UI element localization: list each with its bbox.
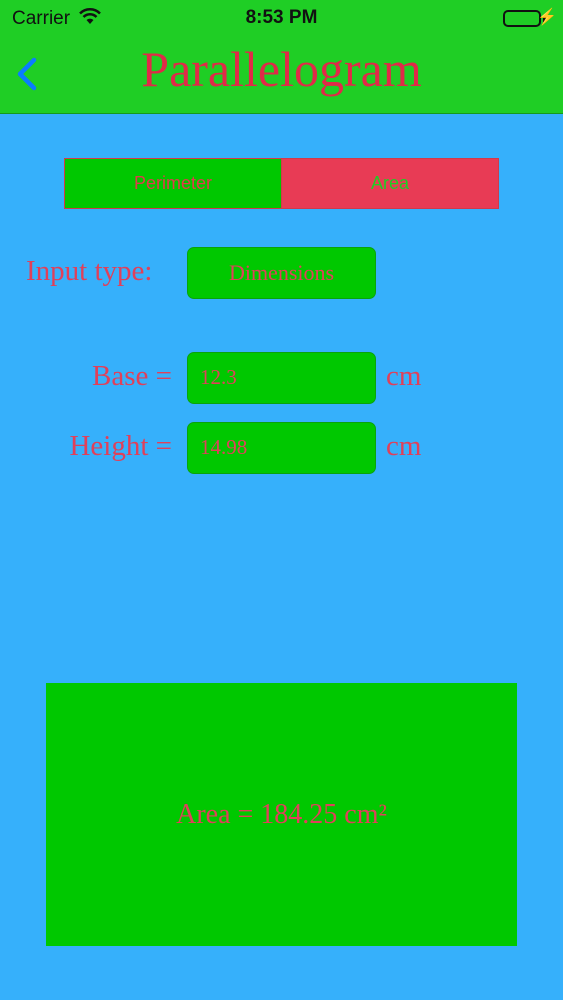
result-text: Area = 184.25 cm² [176, 798, 387, 830]
status-bar: Carrier 8:53 PM ⚡ [0, 0, 563, 38]
segment-area[interactable]: Area [282, 159, 498, 208]
segment-perimeter[interactable]: Perimeter [65, 159, 282, 208]
page-title: Parallelogram [141, 41, 422, 97]
input-type-label: Input type: [26, 255, 153, 287]
navigation-bar: Parallelogram [0, 38, 563, 114]
status-time: 8:53 PM [245, 7, 318, 28]
base-input[interactable]: 12.3 [187, 352, 376, 404]
input-type-button[interactable]: Dimensions [187, 247, 376, 299]
base-unit: cm [386, 360, 422, 392]
calculation-segmented-control: Perimeter Area [64, 158, 499, 209]
base-label: Base = [92, 360, 172, 392]
height-input[interactable]: 14.98 [187, 422, 376, 474]
height-label: Height = [69, 430, 172, 462]
charging-icon: ⚡ [537, 9, 557, 26]
height-unit: cm [386, 430, 422, 462]
result-panel: Area = 184.25 cm² [46, 683, 517, 946]
battery-icon [503, 10, 541, 27]
